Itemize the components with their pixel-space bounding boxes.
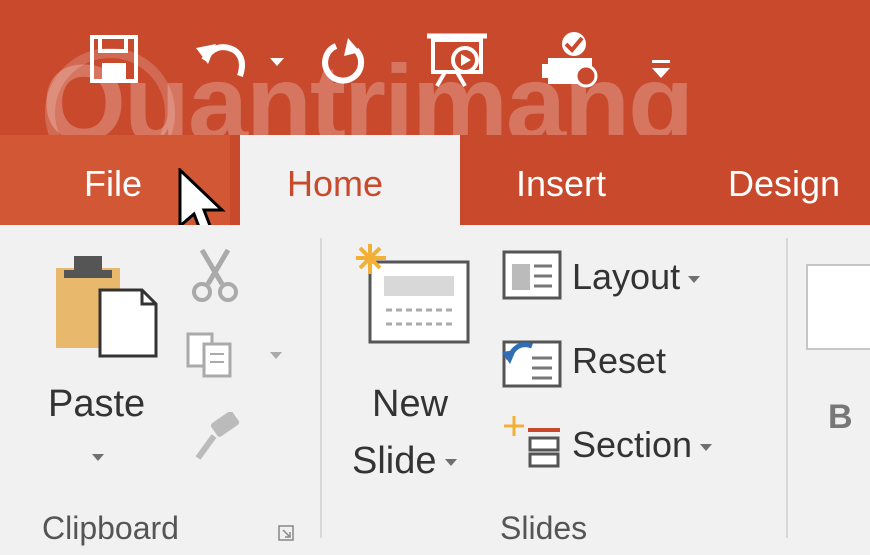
group-label-slides: Slides (500, 510, 588, 546)
tab-home[interactable]: Home (240, 135, 460, 225)
paste-dropdown-icon[interactable] (92, 454, 104, 462)
customize-toolbar-icon[interactable] (652, 60, 670, 80)
layout-icon[interactable] (502, 250, 562, 300)
section-button[interactable]: Section (572, 424, 713, 466)
bold-button[interactable]: B (828, 398, 853, 437)
layout-button[interactable]: Layout (572, 256, 701, 298)
group-label-clipboard: Clipboard (42, 510, 179, 546)
section-icon[interactable] (502, 414, 562, 470)
group-separator (786, 238, 788, 538)
tab-home-label: Home (287, 163, 384, 204)
new-slide-icon[interactable] (356, 244, 472, 348)
copy-icon[interactable] (186, 332, 236, 380)
paste-label[interactable]: Paste (48, 383, 145, 426)
group-separator (320, 238, 322, 538)
layout-dropdown-icon[interactable] (688, 275, 701, 283)
save-icon[interactable] (90, 35, 138, 83)
tab-insert[interactable]: Insert (516, 163, 606, 205)
copy-dropdown-icon[interactable] (270, 352, 282, 360)
section-dropdown-icon[interactable] (700, 443, 713, 451)
cut-icon[interactable] (188, 248, 242, 302)
redo-icon[interactable] (318, 36, 368, 86)
undo-icon[interactable] (196, 36, 252, 84)
paste-icon[interactable] (56, 250, 160, 358)
tab-file-label: File (84, 163, 143, 204)
present-online-icon[interactable] (540, 30, 604, 90)
new-slide-dropdown-icon[interactable] (444, 459, 457, 467)
new-slide-label-line1[interactable]: New (372, 383, 448, 426)
start-slideshow-icon[interactable] (425, 32, 489, 88)
quick-access-toolbar: Quantrimang (0, 0, 870, 178)
reset-button[interactable]: Reset (572, 340, 666, 382)
undo-dropdown-icon[interactable] (270, 58, 284, 68)
clipboard-launcher-icon[interactable] (278, 525, 294, 541)
font-name-dropdown[interactable] (806, 264, 870, 350)
reset-icon[interactable] (502, 334, 562, 388)
new-slide-label-line2[interactable]: Slide (352, 440, 457, 483)
format-painter-icon[interactable] (192, 412, 244, 462)
tab-design[interactable]: Design (728, 163, 840, 205)
